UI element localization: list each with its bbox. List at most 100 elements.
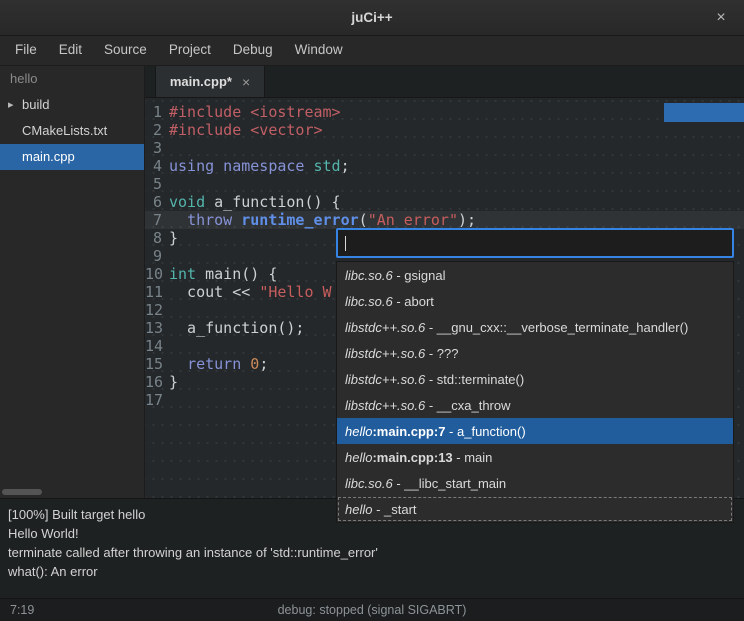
text-caret bbox=[345, 236, 346, 251]
output-line: terminate called after throwing an insta… bbox=[8, 543, 736, 562]
frame-function: std::terminate() bbox=[437, 372, 524, 387]
menu-bar: FileEditSourceProjectDebugWindow bbox=[0, 36, 744, 66]
code-line-4: 4using namespace std; bbox=[145, 157, 744, 175]
line-number: 14 bbox=[145, 337, 169, 355]
stack-frame-item[interactable]: hello - _start bbox=[337, 496, 733, 522]
code-text: #include <iostream> bbox=[169, 103, 341, 121]
horizontal-scrollbar-thumb[interactable] bbox=[2, 489, 42, 495]
line-number: 12 bbox=[145, 301, 169, 319]
frame-function: __libc_start_main bbox=[404, 476, 506, 491]
code-segment: throw bbox=[187, 211, 232, 229]
frame-library: libstdc++.so.6 bbox=[345, 346, 425, 361]
line-number: 3 bbox=[145, 139, 169, 157]
code-segment: a_function() { bbox=[205, 193, 340, 211]
sidebar-item-build[interactable]: ▸ build bbox=[0, 92, 144, 118]
tab-bar: main.cpp* × bbox=[145, 66, 744, 98]
line-number: 13 bbox=[145, 319, 169, 337]
code-line-6: 6void a_function() { bbox=[145, 193, 744, 211]
close-icon[interactable]: × bbox=[711, 8, 731, 28]
code-segment bbox=[241, 355, 250, 373]
separator-text: - bbox=[425, 372, 437, 387]
line-number: 17 bbox=[145, 391, 169, 409]
frame-library: libc.so.6 bbox=[345, 476, 393, 491]
code-segment: } bbox=[169, 373, 178, 391]
code-segment: runtime_error bbox=[241, 211, 358, 229]
filter-input[interactable] bbox=[336, 228, 734, 258]
frame-library: libstdc++.so.6 bbox=[345, 372, 425, 387]
code-segment: using namespace bbox=[169, 157, 304, 175]
line-number: 15 bbox=[145, 355, 169, 373]
code-text: return 0; bbox=[169, 355, 268, 373]
output-line: Hello World! bbox=[8, 524, 736, 543]
code-segment: 0 bbox=[250, 355, 259, 373]
line-number: 10 bbox=[145, 265, 169, 283]
code-text: #include <vector> bbox=[169, 121, 323, 139]
menu-item-project[interactable]: Project bbox=[158, 36, 222, 65]
line-number: 5 bbox=[145, 175, 169, 193]
output-line: what(): An error bbox=[8, 562, 736, 581]
code-text: throw runtime_error("An error"); bbox=[169, 211, 476, 229]
menu-item-window[interactable]: Window bbox=[284, 36, 354, 65]
frame-function: abort bbox=[404, 294, 434, 309]
line-number: 9 bbox=[145, 247, 169, 265]
project-name: hello bbox=[0, 66, 144, 92]
menu-item-debug[interactable]: Debug bbox=[222, 36, 284, 65]
stack-frame-item[interactable]: libc.so.6 - __libc_start_main bbox=[337, 470, 733, 496]
code-line-7: 7 throw runtime_error("An error"); bbox=[145, 211, 744, 229]
line-number: 2 bbox=[145, 121, 169, 139]
sidebar-item-main-cpp[interactable]: main.cpp bbox=[0, 144, 144, 170]
frame-function: main bbox=[464, 450, 492, 465]
code-segment: #include <iostream> bbox=[169, 103, 341, 121]
stack-frame-item[interactable]: hello:main.cpp:13 - main bbox=[337, 444, 733, 470]
debug-status: debug: stopped (signal SIGABRT) bbox=[0, 603, 744, 617]
code-segment bbox=[304, 157, 313, 175]
title-bar: juCi++ × bbox=[0, 0, 744, 36]
stack-frame-item[interactable]: libc.so.6 - abort bbox=[337, 288, 733, 314]
code-line-2: 2#include <vector> bbox=[145, 121, 744, 139]
frame-library: hello bbox=[345, 450, 372, 465]
tab-close-icon[interactable]: × bbox=[242, 74, 250, 90]
code-segment bbox=[169, 355, 187, 373]
file-tree: ▸ build CMakeLists.txtmain.cpp bbox=[0, 92, 144, 170]
code-text: int main() { bbox=[169, 265, 277, 283]
code-segment: int bbox=[169, 265, 196, 283]
stack-frame-item[interactable]: libstdc++.so.6 - ??? bbox=[337, 340, 733, 366]
stack-frame-item[interactable]: libstdc++.so.6 - __gnu_cxx::__verbose_te… bbox=[337, 314, 733, 340]
code-segment: return bbox=[187, 355, 241, 373]
separator-text: - bbox=[393, 294, 405, 309]
menu-item-edit[interactable]: Edit bbox=[48, 36, 93, 65]
frame-function: __gnu_cxx::__verbose_terminate_handler() bbox=[437, 320, 689, 335]
code-segment bbox=[232, 211, 241, 229]
file-label: build bbox=[22, 97, 49, 112]
sidebar-item-cmakelists-txt[interactable]: CMakeLists.txt bbox=[0, 118, 144, 144]
code-segment: void bbox=[169, 193, 205, 211]
frame-function: __cxa_throw bbox=[437, 398, 511, 413]
code-text: void a_function() { bbox=[169, 193, 341, 211]
separator-text: - bbox=[453, 450, 465, 465]
tab-main-cpp[interactable]: main.cpp* × bbox=[155, 66, 265, 97]
frame-function: gsignal bbox=[404, 268, 445, 283]
scrollbar-thumb[interactable] bbox=[664, 103, 744, 122]
code-segment bbox=[169, 211, 187, 229]
frame-library: libstdc++.so.6 bbox=[345, 320, 425, 335]
code-line-3: 3 bbox=[145, 139, 744, 157]
frame-library: hello bbox=[345, 502, 372, 517]
frame-library: libstdc++.so.6 bbox=[345, 398, 425, 413]
frame-function: ??? bbox=[437, 346, 459, 361]
code-segment: std bbox=[314, 157, 341, 175]
code-text: using namespace std; bbox=[169, 157, 350, 175]
stack-frame-item[interactable]: libstdc++.so.6 - std::terminate() bbox=[337, 366, 733, 392]
code-line-1: 1#include <iostream> bbox=[145, 103, 744, 121]
stack-frame-item[interactable]: libstdc++.so.6 - __cxa_throw bbox=[337, 392, 733, 418]
separator-text: - bbox=[393, 476, 405, 491]
code-segment: ); bbox=[458, 211, 476, 229]
stack-frame-item[interactable]: libc.so.6 - gsignal bbox=[337, 262, 733, 288]
code-segment: ( bbox=[359, 211, 368, 229]
menu-item-source[interactable]: Source bbox=[93, 36, 158, 65]
stack-trace-popup: libc.so.6 - gsignallibc.so.6 - abortlibs… bbox=[336, 228, 734, 523]
menu-item-file[interactable]: File bbox=[4, 36, 48, 65]
chevron-right-icon: ▸ bbox=[8, 92, 14, 118]
stack-frame-item[interactable]: hello:main.cpp:7 - a_function() bbox=[337, 418, 733, 444]
code-segment: a_function(); bbox=[169, 319, 304, 337]
sidebar: hello ▸ build CMakeLists.txtmain.cpp bbox=[0, 66, 145, 498]
